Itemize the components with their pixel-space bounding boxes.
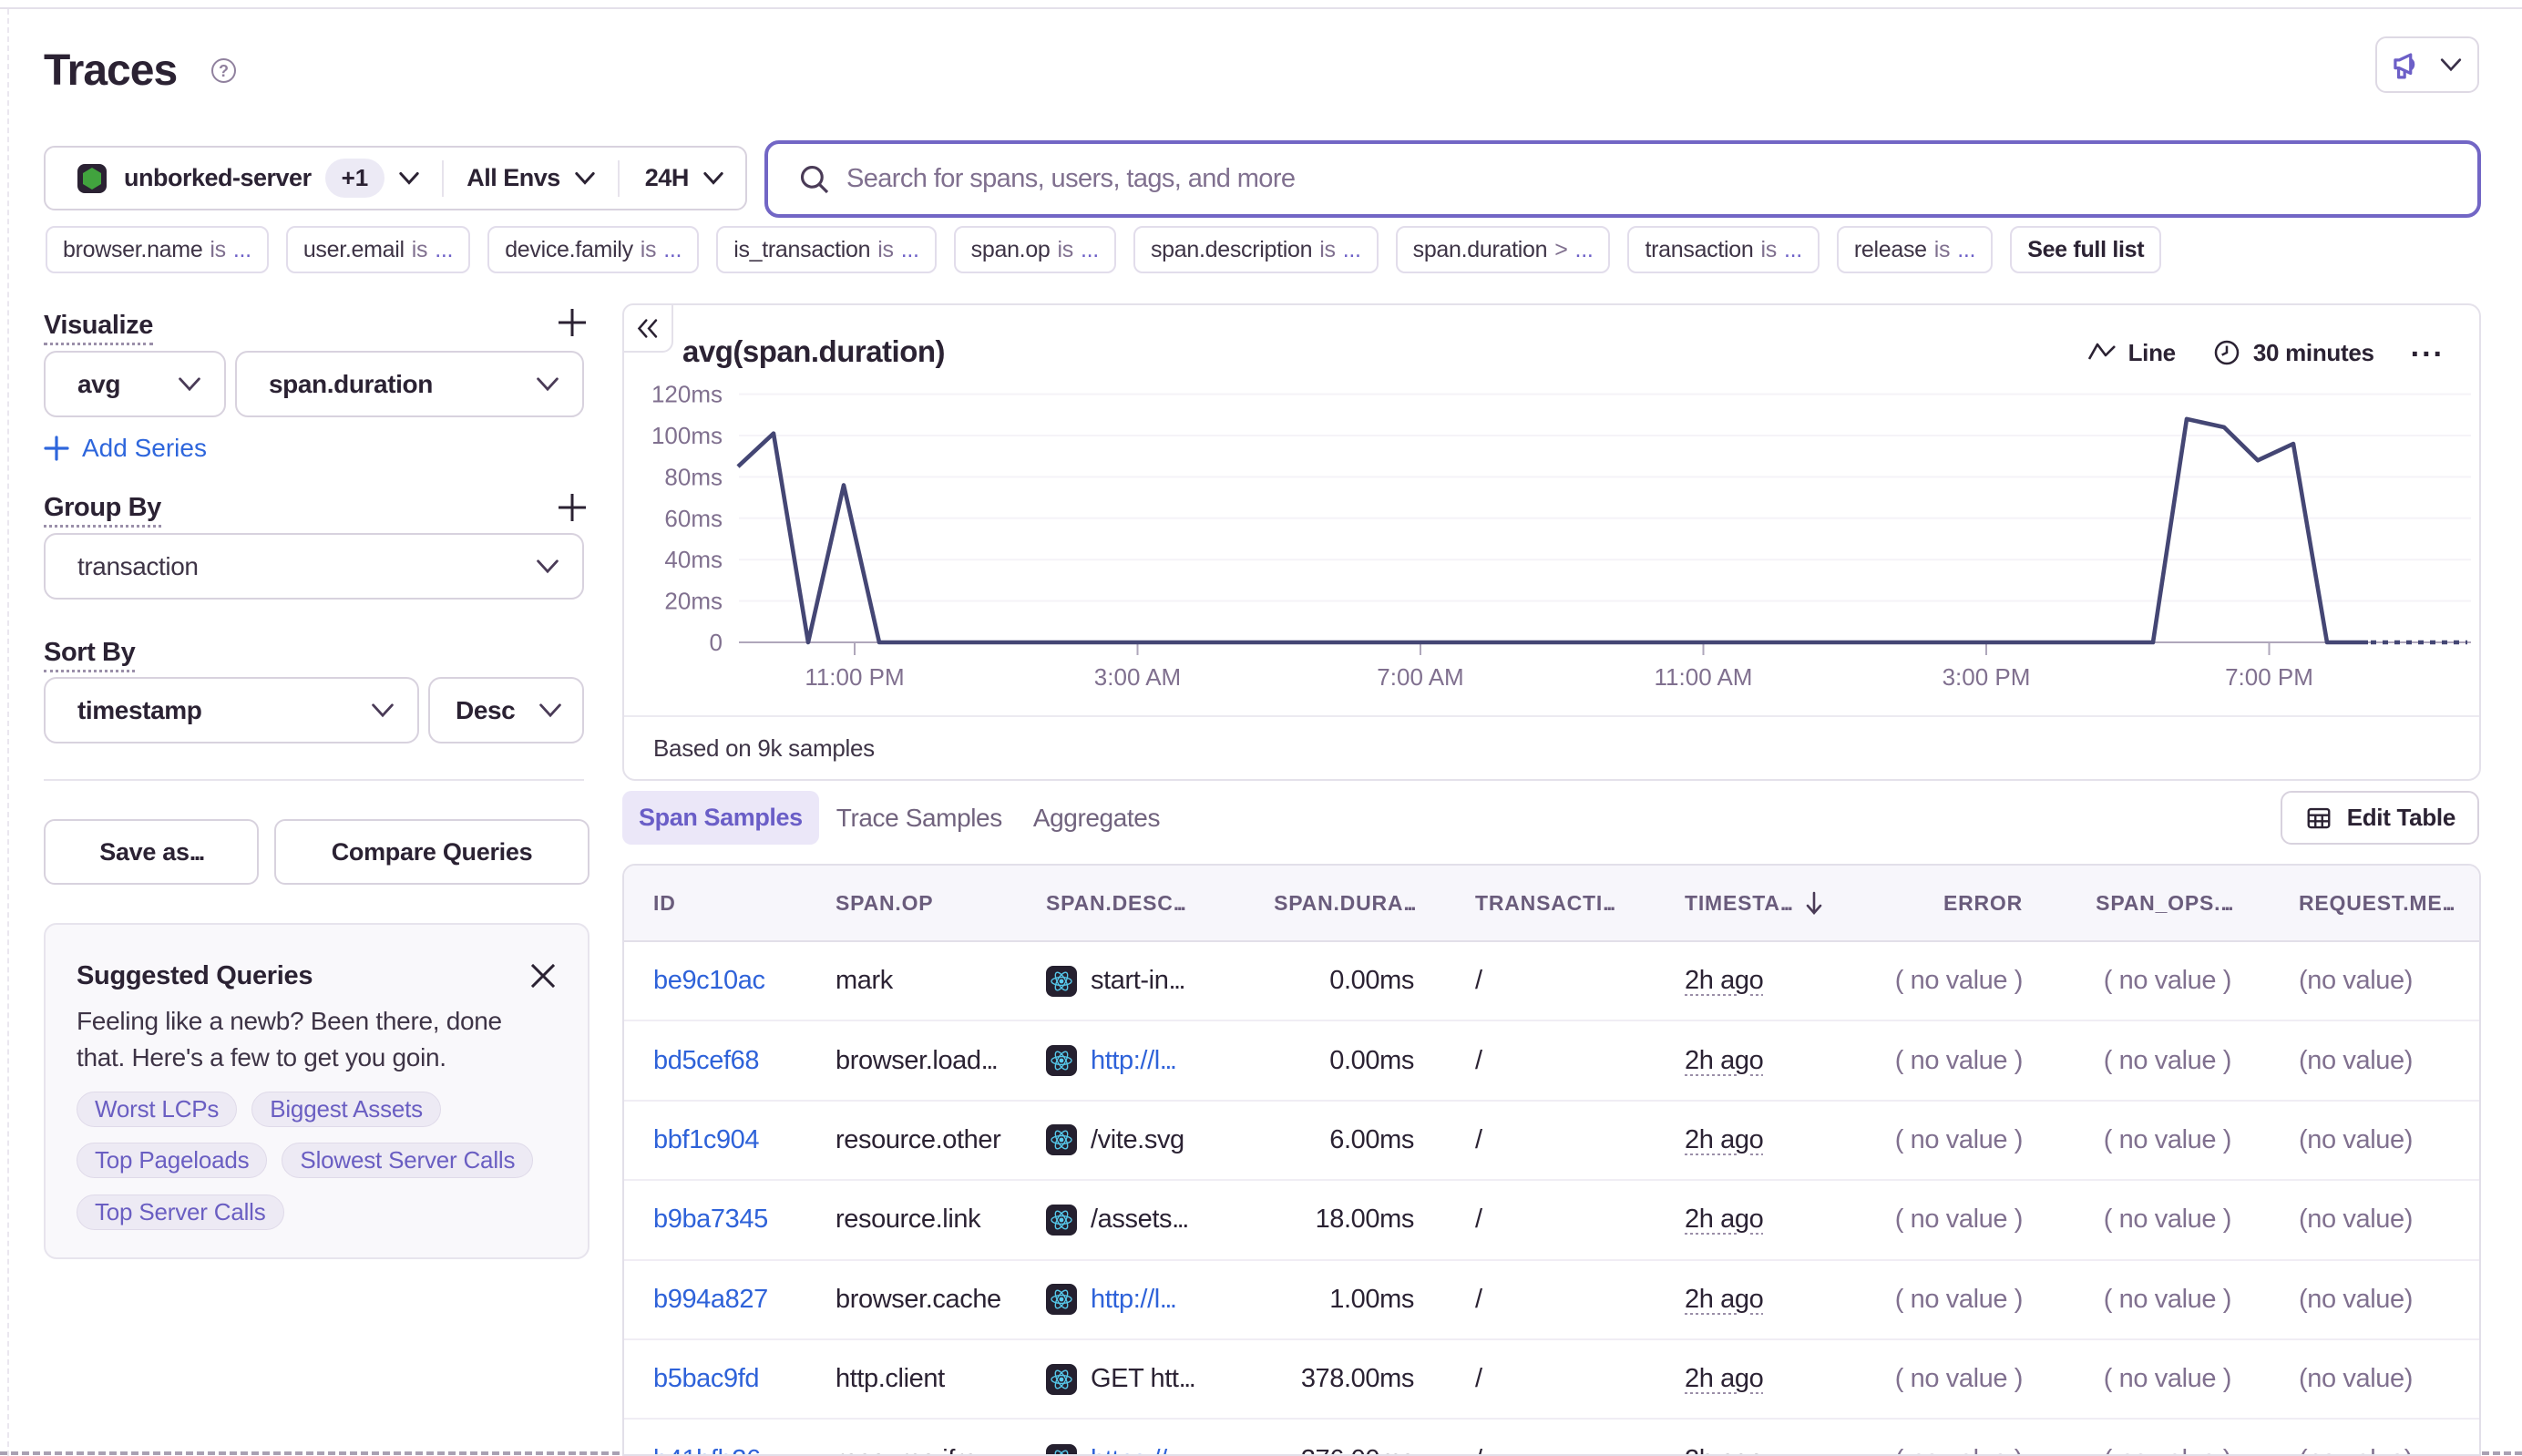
svg-text:60ms: 60ms (664, 505, 723, 532)
svg-text:20ms: 20ms (664, 588, 723, 615)
svg-text:100ms: 100ms (651, 422, 723, 449)
svg-text:80ms: 80ms (664, 463, 723, 490)
svg-text:3:00 PM: 3:00 PM (1943, 663, 2031, 691)
svg-text:120ms: 120ms (651, 381, 723, 408)
svg-text:7:00 AM: 7:00 AM (1377, 663, 1463, 691)
svg-text:11:00 AM: 11:00 AM (1655, 663, 1753, 691)
svg-text:3:00 AM: 3:00 AM (1094, 663, 1181, 691)
svg-text:11:00 PM: 11:00 PM (805, 663, 904, 691)
svg-text:0: 0 (710, 629, 723, 656)
svg-text:40ms: 40ms (664, 546, 723, 573)
svg-text:7:00 PM: 7:00 PM (2225, 663, 2313, 691)
